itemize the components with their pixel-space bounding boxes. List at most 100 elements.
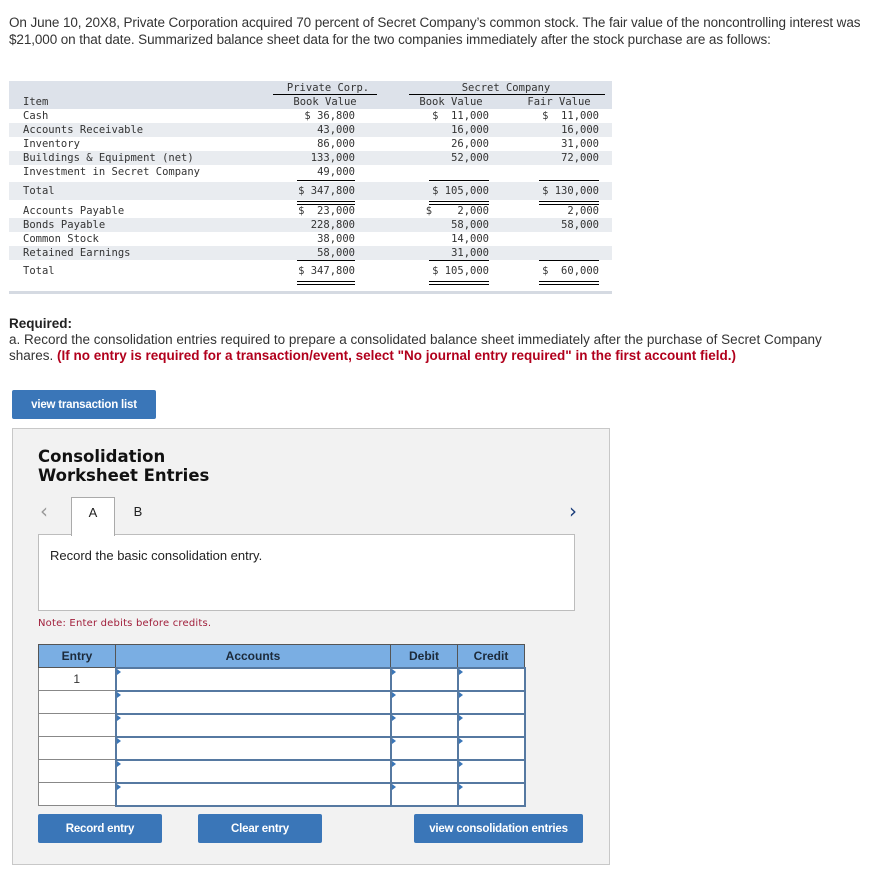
secret-book-value: 31,000 xyxy=(451,247,489,259)
table-bottom-border xyxy=(9,291,612,294)
secret-fair-value: 16,000 xyxy=(561,124,599,136)
account-field[interactable] xyxy=(114,735,392,761)
dropdown-marker-icon xyxy=(116,668,121,675)
tab-a[interactable]: A xyxy=(71,497,115,536)
journal-row xyxy=(38,689,526,715)
problem-intro: On June 10, 20X8, Private Corporation ac… xyxy=(9,15,861,47)
accounts-column-header: Accounts xyxy=(115,644,391,668)
journal-row xyxy=(38,758,526,784)
input-marker-icon xyxy=(458,783,463,790)
credit-input[interactable] xyxy=(458,715,524,735)
credit-input[interactable] xyxy=(458,784,524,804)
private-book-header: Book Value xyxy=(293,96,357,108)
credit-field[interactable] xyxy=(456,735,526,761)
journal-row xyxy=(38,781,526,807)
double-rule xyxy=(429,281,489,285)
required-section: Required: a. Record the consolidation en… xyxy=(9,316,869,364)
account-field[interactable] xyxy=(114,758,392,784)
secret-fair-value: $ 130,000 xyxy=(542,185,599,197)
item-label: Inventory xyxy=(23,138,80,150)
entry-number: 1 xyxy=(38,667,116,691)
credit-field[interactable] xyxy=(456,781,526,807)
item-label: Accounts Receivable xyxy=(23,124,144,136)
account-field[interactable] xyxy=(114,712,392,738)
tab-b[interactable]: B xyxy=(116,497,160,535)
secret-book-value: 26,000 xyxy=(451,138,489,150)
item-label: Total xyxy=(23,185,55,197)
secret-book-value: $ 11,000 xyxy=(432,110,489,122)
table-row: Retained Earnings 58,000 31,000 xyxy=(9,246,612,260)
dropdown-marker-icon xyxy=(116,737,121,744)
total-row-liabilities: Total $ 347,800 $ 105,000 $ 60,000 xyxy=(9,262,612,280)
secret-book-value: 52,000 xyxy=(451,152,489,164)
view-consolidation-entries-button[interactable]: view consolidation entries xyxy=(414,814,583,843)
credit-field[interactable] xyxy=(456,666,526,692)
input-marker-icon xyxy=(391,783,396,790)
credit-input[interactable] xyxy=(458,669,524,689)
view-transaction-list-button[interactable]: view transaction list xyxy=(12,390,156,419)
item-label: Common Stock xyxy=(23,233,99,245)
account-input[interactable] xyxy=(116,715,390,735)
debit-field[interactable] xyxy=(389,735,459,761)
private-book-value: 49,000 xyxy=(317,166,355,178)
debit-input[interactable] xyxy=(391,784,457,804)
credit-field[interactable] xyxy=(456,712,526,738)
header-row-group: Private Corp. Secret Company xyxy=(9,81,612,95)
dropdown-marker-icon xyxy=(116,714,121,721)
clear-entry-button[interactable]: Clear entry xyxy=(198,814,322,843)
journal-header-row: Entry Accounts Debit Credit xyxy=(38,644,525,668)
credit-field[interactable] xyxy=(456,689,526,715)
credit-input[interactable] xyxy=(458,738,524,758)
entry-number xyxy=(38,690,116,714)
secret-fair-value: 72,000 xyxy=(561,152,599,164)
balance-sheet-table: Private Corp. Secret Company Item Book V… xyxy=(9,81,612,294)
credit-input[interactable] xyxy=(458,761,524,781)
credit-field[interactable] xyxy=(456,758,526,784)
table-row: Bonds Payable 228,800 58,000 58,000 xyxy=(9,218,612,232)
table-row: Common Stock 38,000 14,000 xyxy=(9,232,612,246)
account-field[interactable] xyxy=(114,666,392,692)
chevron-left-icon[interactable]: ‹ xyxy=(40,499,48,523)
secret-fair-header: Fair Value xyxy=(527,96,591,108)
account-field[interactable] xyxy=(114,781,392,807)
debit-field[interactable] xyxy=(389,712,459,738)
item-label: Accounts Payable xyxy=(23,205,125,217)
table-row: Investment in Secret Company 49,000 xyxy=(9,165,612,179)
dropdown-marker-icon xyxy=(116,783,121,790)
prompt-text: Record the basic consolidation entry. xyxy=(50,548,263,563)
secret-fair-value: 58,000 xyxy=(561,219,599,231)
debit-input[interactable] xyxy=(391,692,457,712)
debit-input[interactable] xyxy=(391,761,457,781)
debit-input[interactable] xyxy=(391,715,457,735)
account-input[interactable] xyxy=(116,692,390,712)
account-field[interactable] xyxy=(114,689,392,715)
chevron-right-icon[interactable]: › xyxy=(569,499,577,523)
account-input[interactable] xyxy=(116,738,390,758)
rule xyxy=(297,180,355,181)
debit-field[interactable] xyxy=(389,781,459,807)
private-corp-header: Private Corp. xyxy=(286,82,370,94)
item-label: Investment in Secret Company xyxy=(23,166,201,178)
input-marker-icon xyxy=(391,737,396,744)
input-marker-icon xyxy=(458,737,463,744)
input-marker-icon xyxy=(458,691,463,698)
input-marker-icon xyxy=(391,714,396,721)
record-entry-button[interactable]: Record entry xyxy=(38,814,162,843)
required-title: Required: xyxy=(9,316,73,331)
journal-row xyxy=(38,712,526,738)
account-input[interactable] xyxy=(116,761,390,781)
debit-column-header: Debit xyxy=(390,644,458,668)
debit-field[interactable] xyxy=(389,666,459,692)
credit-input[interactable] xyxy=(458,692,524,712)
debit-input[interactable] xyxy=(391,669,457,689)
account-input[interactable] xyxy=(116,784,390,804)
item-label: Cash xyxy=(23,110,49,122)
private-book-value: $ 23,000 xyxy=(298,205,355,217)
debit-input[interactable] xyxy=(391,738,457,758)
consolidation-worksheet-panel: Consolidation Worksheet Entries ‹ A B › … xyxy=(12,428,610,865)
input-marker-icon xyxy=(458,760,463,767)
account-input[interactable] xyxy=(116,669,390,689)
debit-field[interactable] xyxy=(389,758,459,784)
debit-field[interactable] xyxy=(389,689,459,715)
dropdown-marker-icon xyxy=(116,760,121,767)
